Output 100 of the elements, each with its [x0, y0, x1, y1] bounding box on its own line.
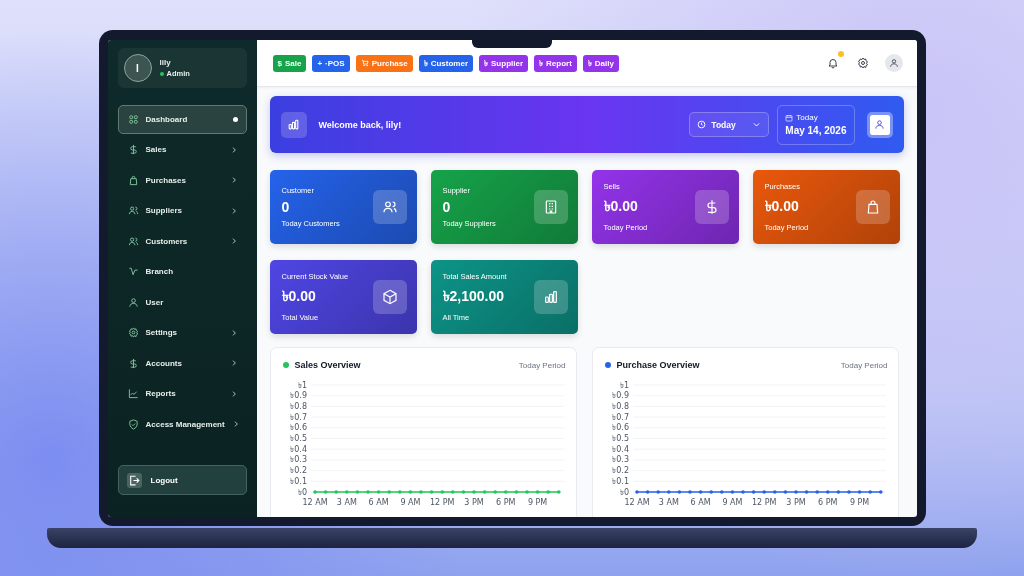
y-tick-label: ৳0.3: [289, 455, 307, 465]
quick-action-button[interactable]: ৳ Supplier: [479, 54, 529, 72]
sidebar-item[interactable]: Branch: [117, 257, 247, 286]
y-tick-label: ৳0.9: [611, 391, 629, 401]
y-tick-label: ৳0.5: [289, 434, 307, 443]
x-tick-label: 3 AM: [658, 498, 679, 507]
user-menu-button[interactable]: [884, 54, 903, 72]
sidebar-item[interactable]: User: [117, 288, 247, 317]
y-tick-label: ৳0.9: [289, 391, 307, 401]
y-tick-label: ৳0.7: [611, 412, 629, 422]
x-tick-label: 9 AM: [721, 498, 742, 507]
x-tick-label: 6 AM: [368, 498, 389, 507]
x-tick-label: 12 AM: [623, 498, 650, 507]
sidebar-item[interactable]: Dashboard: [117, 105, 247, 134]
y-tick-label: ৳0.2: [289, 466, 307, 476]
nav-icon: [127, 327, 139, 339]
x-tick-label: 3 AM: [336, 498, 357, 507]
user-icon: [888, 58, 899, 68]
stat-value: 0: [281, 199, 291, 215]
chart-period: Today Period: [518, 360, 566, 370]
calendar-icon: [785, 113, 794, 122]
clock-icon: [697, 120, 707, 129]
x-tick-label: 6 AM: [690, 498, 711, 507]
y-tick-label: ৳1: [297, 380, 307, 390]
user-avatar: I: [123, 54, 152, 82]
cart-icon: [360, 59, 369, 67]
y-tick-label: ৳0.1: [611, 476, 629, 486]
x-tick-label: 3 PM: [463, 498, 484, 507]
y-tick-label: ৳0.1: [289, 476, 307, 486]
chart-period: Today Period: [840, 360, 888, 370]
stat-icon: [372, 280, 407, 314]
nav-icon: [127, 113, 139, 125]
stat-value: ৳2,100.00: [442, 287, 505, 306]
quick-action-button[interactable]: ৳ Daily: [582, 54, 619, 72]
date-value: May 14, 2026: [785, 125, 847, 136]
y-tick-label: ৳0: [297, 487, 307, 497]
x-tick-label: 9 PM: [849, 498, 869, 507]
quick-action-button[interactable]: + ·POS: [312, 54, 350, 72]
date-label: Today: [796, 113, 818, 122]
nav-icon: [127, 205, 139, 217]
sidebar-item[interactable]: Customers: [117, 227, 247, 256]
welcome-text: Welcome back, lily!: [318, 119, 402, 130]
nav-icon: [127, 296, 139, 308]
sidebar-item[interactable]: Accounts: [117, 349, 247, 378]
sidebar-item[interactable]: Reports: [117, 379, 247, 408]
nav-icon: [127, 144, 139, 156]
sidebar-item[interactable]: Settings: [117, 318, 247, 347]
chart-title: Purchase Overview: [616, 360, 700, 370]
caret-icon: [752, 120, 762, 129]
x-tick-label: 12 PM: [751, 498, 776, 507]
x-tick-label: 12 PM: [429, 498, 454, 507]
nav-icon: [127, 174, 139, 186]
y-tick-label: ৳0: [619, 487, 629, 497]
sidebar-item[interactable]: Access Management: [117, 410, 247, 439]
user-name: lily: [159, 58, 172, 67]
nav-icon: [127, 235, 139, 247]
y-tick-label: ৳0.2: [611, 466, 629, 476]
stat-value: ৳0.00: [764, 197, 800, 216]
y-tick-label: ৳0.8: [289, 401, 307, 411]
nav-icon: [127, 266, 139, 278]
y-tick-label: ৳0.6: [289, 423, 307, 433]
stat-value: ৳0.00: [603, 197, 639, 216]
x-tick-label: 6 PM: [495, 498, 515, 507]
stat-icon: [372, 190, 407, 224]
stat-icon: [533, 280, 568, 314]
period-dropdown[interactable]: Today: [689, 112, 770, 137]
user-icon: [874, 119, 885, 130]
sidebar-item[interactable]: Purchases: [117, 166, 247, 195]
y-tick-label: ৳0.3: [611, 455, 629, 465]
sidebar-item[interactable]: Sales: [117, 135, 247, 164]
y-tick-label: ৳0.4: [289, 444, 307, 454]
logout-button[interactable]: Logout: [117, 465, 247, 495]
sidebar-item[interactable]: Suppliers: [117, 196, 247, 225]
x-tick-label: 9 AM: [399, 498, 420, 507]
x-tick-label: 6 PM: [817, 498, 837, 507]
quick-action-button[interactable]: ৳ Customer: [418, 54, 474, 72]
nav-icon: [127, 357, 139, 369]
x-tick-label: 3 PM: [785, 498, 806, 507]
y-tick-label: ৳0.5: [611, 434, 629, 443]
chart-icon: [280, 111, 307, 138]
profile-button[interactable]: [866, 111, 893, 138]
y-tick-label: ৳1: [619, 380, 629, 390]
x-tick-label: 12 AM: [301, 498, 328, 507]
y-tick-label: ৳0.7: [289, 412, 307, 422]
y-tick-label: ৳0.4: [611, 444, 629, 454]
stat-icon: [533, 190, 568, 224]
x-tick-label: 9 PM: [527, 498, 547, 507]
nav-icon: [127, 418, 139, 430]
stat-value: ৳0.00: [281, 287, 317, 306]
nav-icon: [127, 388, 139, 400]
settings-icon: [856, 57, 869, 69]
y-tick-label: ৳0.6: [611, 423, 629, 433]
stat-value: 0: [442, 199, 452, 215]
stat-icon: [855, 190, 890, 224]
chart-title: Sales Overview: [294, 360, 361, 370]
bell-icon: [826, 57, 839, 69]
quick-action-button[interactable]: ৳ Report: [534, 54, 577, 72]
stat-icon: [694, 190, 729, 224]
logout-icon: [126, 472, 142, 488]
y-tick-label: ৳0.8: [611, 401, 629, 411]
